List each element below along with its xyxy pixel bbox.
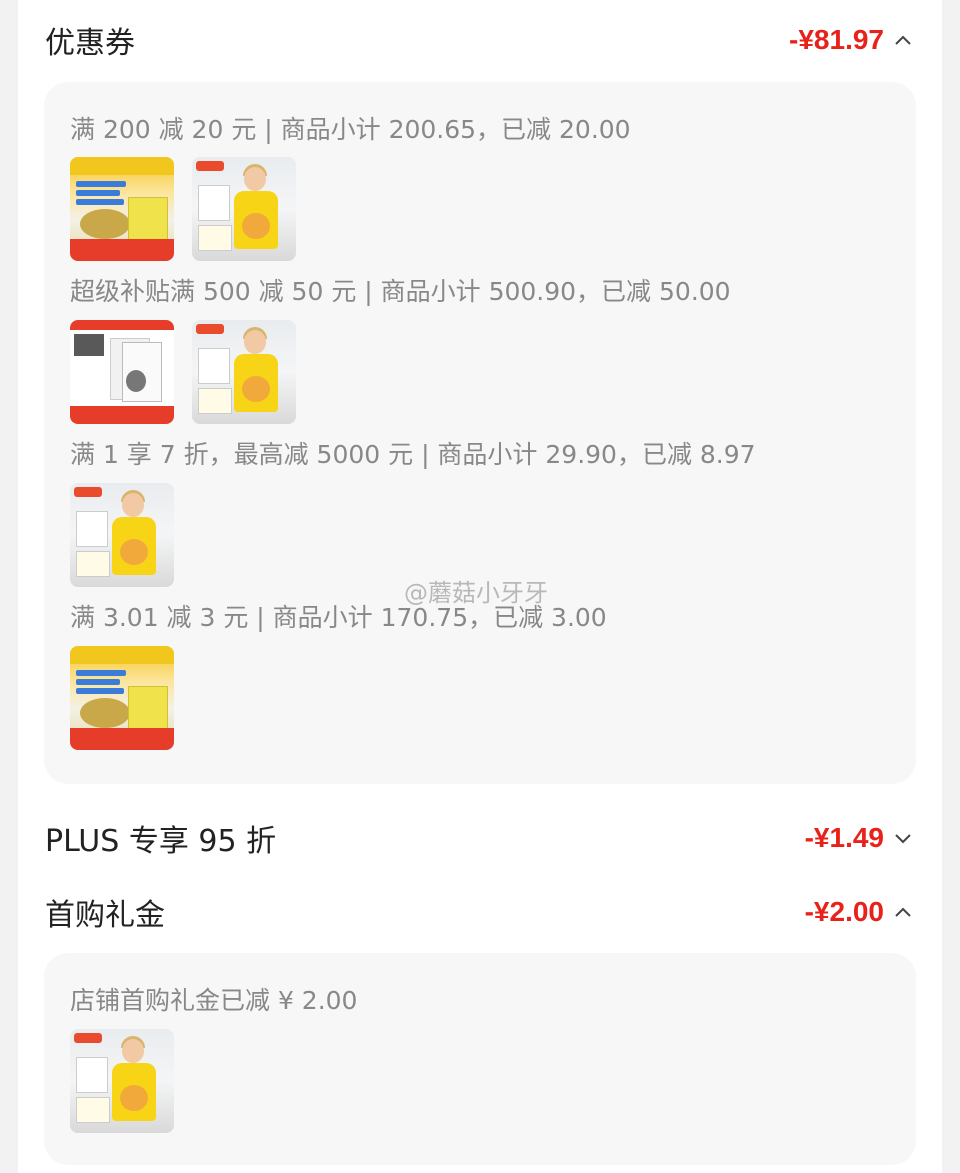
watermark-text: @蘑菇小牙牙 bbox=[404, 579, 548, 607]
first-buy-row[interactable]: 首购礼金 -¥2.00 bbox=[18, 882, 942, 942]
product-thumbnail-cat-food[interactable] bbox=[70, 320, 174, 424]
plus-discount-title: PLUS 专享 95 折 bbox=[45, 824, 277, 859]
coupon-group-text: 满 1 享 7 折，最高减 5000 元 | 商品小计 29.90，已减 8.9… bbox=[70, 440, 756, 469]
coupon-detail-panel: 满 200 减 20 元 | 商品小计 200.65，已减 20.00 超级补贴… bbox=[44, 82, 916, 784]
first-buy-title: 首购礼金 bbox=[45, 898, 165, 933]
chevron-up-icon[interactable] bbox=[894, 906, 912, 918]
product-thumbnail-kid-apron[interactable] bbox=[70, 483, 174, 587]
chevron-down-icon[interactable] bbox=[894, 832, 912, 844]
product-thumbnail-food[interactable] bbox=[70, 646, 174, 750]
product-thumbnail-kid-apron[interactable] bbox=[70, 1029, 174, 1133]
coupon-row[interactable]: 优惠券 -¥81.97 bbox=[18, 10, 942, 70]
product-thumbnail-food[interactable] bbox=[70, 157, 174, 261]
product-thumbnail-kid-apron[interactable] bbox=[192, 320, 296, 424]
coupon-group-text: 超级补贴满 500 减 50 元 | 商品小计 500.90，已减 50.00 bbox=[70, 277, 731, 306]
coupon-title: 优惠券 bbox=[45, 26, 135, 61]
first-buy-detail-panel: 店铺首购礼金已减 ¥ 2.00 bbox=[44, 953, 916, 1165]
first-buy-text: 店铺首购礼金已减 ¥ 2.00 bbox=[70, 986, 358, 1015]
coupon-group-text: 满 200 减 20 元 | 商品小计 200.65，已减 20.00 bbox=[70, 115, 631, 144]
first-buy-amount: -¥2.00 bbox=[804, 896, 884, 927]
product-thumbnail-kid-apron[interactable] bbox=[192, 157, 296, 261]
plus-discount-amount: -¥1.49 bbox=[804, 822, 884, 853]
coupon-amount: -¥81.97 bbox=[789, 24, 884, 55]
chevron-up-icon[interactable] bbox=[894, 34, 912, 46]
plus-discount-row[interactable]: PLUS 专享 95 折 -¥1.49 bbox=[18, 808, 942, 868]
